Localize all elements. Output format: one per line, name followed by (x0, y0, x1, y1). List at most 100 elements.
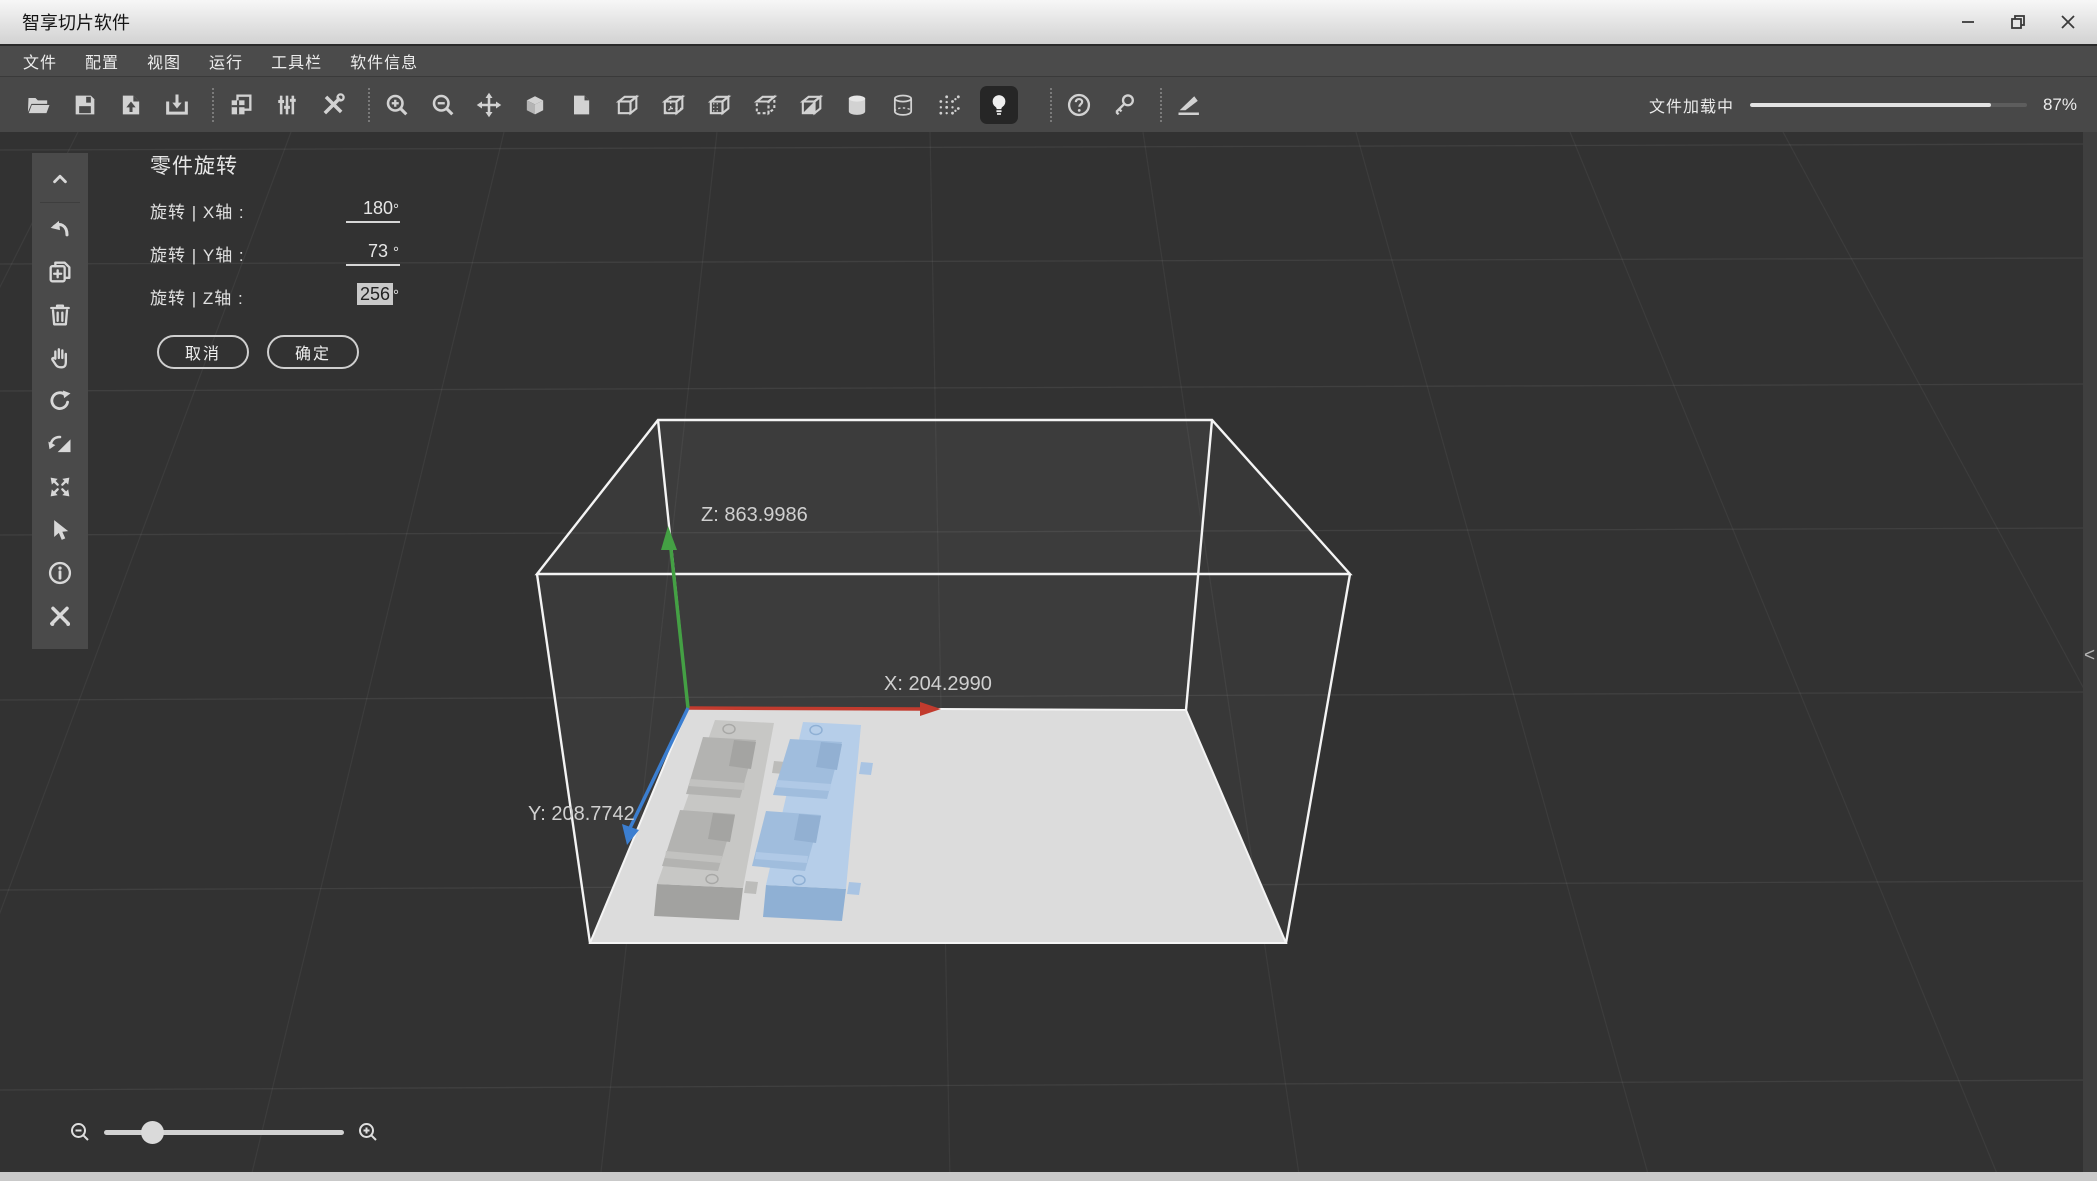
zoom-out-button[interactable] (428, 88, 458, 122)
rotate-button[interactable] (38, 379, 82, 422)
view-dashed-bottom-button[interactable] (750, 88, 780, 122)
hand-icon (51, 347, 68, 368)
zoom-in-icon (386, 94, 408, 116)
titlebar: 智享切片软件 (0, 0, 2097, 46)
menu-run[interactable]: 运行 (209, 49, 243, 73)
save-file-button[interactable] (70, 88, 100, 122)
window-bottom-edge (0, 1172, 2097, 1181)
menubar: 文件 配置 视图 运行 工具栏 软件信息 (0, 46, 2097, 76)
pan-button[interactable] (38, 336, 82, 379)
mirror-icon (48, 435, 71, 452)
zoom-in-button[interactable] (382, 88, 412, 122)
side-toolbar-divider (40, 202, 80, 203)
rotation-panel-title: 零件旋转 (150, 155, 238, 178)
zoom-control (68, 1112, 380, 1152)
rotation-panel: 零件旋转 旋转 | X轴 : 180° 旋转 | Y轴 : 73 ° 旋转 | … (150, 150, 400, 369)
zoom-in-icon[interactable] (356, 1120, 380, 1144)
side-toolbar (32, 153, 88, 649)
rotation-y-input[interactable]: 73 ° (346, 241, 400, 266)
chevron-up-icon (53, 174, 67, 183)
menu-about[interactable]: 软件信息 (350, 49, 418, 73)
rotation-row-y: 旋转 | Y轴 : 73 ° (150, 240, 400, 266)
degree-sign: ° (393, 244, 399, 261)
axis-label-z: Z: 863.9986 (701, 504, 808, 526)
point-cloud-icon (939, 95, 960, 115)
expand-arrows-icon (50, 477, 70, 496)
dashed-bottom-cube-icon (753, 94, 778, 116)
view-dotted-button[interactable] (704, 88, 734, 122)
view-hidden-edges-button[interactable] (658, 88, 688, 122)
toolbar-separator (1050, 88, 1052, 122)
cursor-icon (54, 519, 69, 540)
rotation-x-label: 旋转 | X轴 : (150, 203, 245, 222)
mirror-button[interactable] (38, 422, 82, 465)
zoom-slider-handle[interactable] (141, 1120, 164, 1144)
rotation-x-value: 180 (362, 198, 393, 218)
help-button[interactable] (1064, 88, 1094, 122)
cut-tool-button[interactable] (1174, 88, 1204, 122)
restore-icon (2011, 15, 2025, 29)
edit-tools-button[interactable] (38, 594, 82, 637)
cylinder-icon (848, 95, 866, 115)
fit-view-button[interactable] (38, 465, 82, 508)
import-model-button[interactable] (116, 88, 146, 122)
rotation-z-input[interactable]: 256 ° (346, 283, 400, 309)
rotation-x-input[interactable]: 180° (346, 198, 400, 223)
menu-view[interactable]: 视图 (147, 49, 181, 73)
open-file-button[interactable] (24, 88, 54, 122)
duplicate-button[interactable] (38, 250, 82, 293)
menu-file[interactable]: 文件 (23, 49, 57, 73)
collapse-panel-button[interactable] (38, 157, 82, 200)
menu-toolbar[interactable]: 工具栏 (271, 49, 322, 73)
toolbar-separator (1160, 88, 1162, 122)
rotation-row-x: 旋转 | X轴 : 180° (150, 197, 400, 223)
confirm-button[interactable]: 确定 (267, 335, 360, 369)
light-bulb-icon (992, 95, 1006, 115)
rotation-y-value: 73 (367, 241, 388, 261)
move-arrows-icon (476, 92, 502, 118)
copy-grid-icon (231, 94, 252, 115)
menu-config[interactable]: 配置 (85, 49, 119, 73)
axis-label-y: Y: 208.7742 (528, 803, 635, 825)
window-title: 智享切片软件 (22, 13, 130, 33)
download-icon (166, 94, 188, 115)
hidden-edges-cube-icon (661, 94, 686, 116)
view-cylinder-solid-button[interactable] (842, 88, 872, 122)
rotation-y-label: 旋转 | Y轴 : (150, 246, 245, 265)
cancel-button[interactable]: 取消 (157, 335, 250, 369)
view-point-cloud-button[interactable] (934, 88, 964, 122)
view-solid-button[interactable] (520, 88, 550, 122)
minimize-button[interactable] (1955, 9, 1981, 35)
close-icon (2061, 15, 2075, 29)
restore-button[interactable] (2005, 9, 2031, 35)
light-toggle-button[interactable] (980, 86, 1018, 124)
info-button[interactable] (38, 551, 82, 594)
license-key-button[interactable] (1110, 88, 1140, 122)
save-icon (75, 95, 95, 115)
zoom-slider-track[interactable] (104, 1120, 344, 1144)
wrench-screwdriver-icon (323, 93, 345, 115)
view-cylinder-wireframe-button[interactable] (888, 88, 918, 122)
wireframe-cube-icon (615, 94, 640, 116)
zoom-out-icon[interactable] (68, 1120, 92, 1144)
rotation-row-z: 旋转 | Z轴 : 256 ° (150, 283, 400, 309)
import-document-icon (122, 95, 140, 115)
download-model-button[interactable] (162, 88, 192, 122)
tools-settings-button[interactable] (318, 88, 348, 122)
minimize-icon (1962, 21, 1974, 23)
select-button[interactable] (38, 508, 82, 551)
move-model-button[interactable] (474, 88, 504, 122)
toolbar-separator (212, 88, 214, 122)
view-surface-button[interactable] (566, 88, 596, 122)
crossed-tools-icon (50, 606, 71, 626)
parameter-sliders-button[interactable] (272, 88, 302, 122)
undo-button[interactable] (38, 207, 82, 250)
expand-right-panel-button[interactable]: < (2084, 645, 2095, 667)
close-button[interactable] (2055, 9, 2081, 35)
rotate-ccw-icon (50, 390, 71, 410)
delete-button[interactable] (38, 293, 82, 336)
view-half-section-button[interactable] (796, 88, 826, 122)
duplicate-plate-button[interactable] (226, 88, 256, 122)
view-wireframe-button[interactable] (612, 88, 642, 122)
undo-icon (50, 220, 69, 236)
